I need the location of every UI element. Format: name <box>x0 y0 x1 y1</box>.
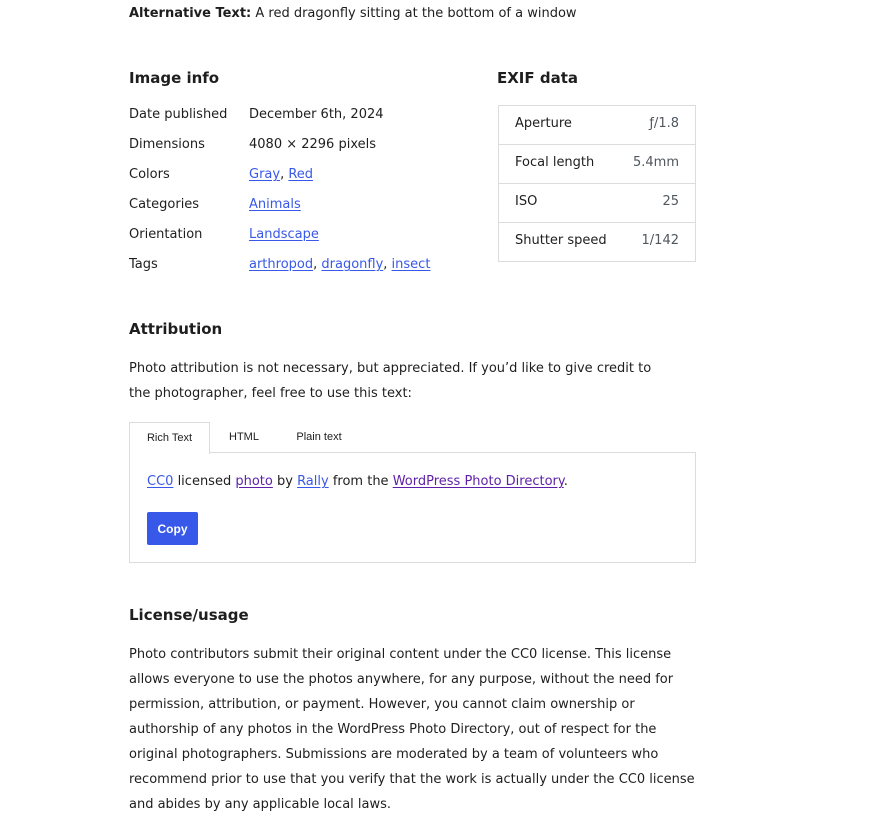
photo-link[interactable]: photo <box>235 474 273 489</box>
separator: , <box>383 257 392 272</box>
tag-link-insect[interactable]: insect <box>392 257 431 272</box>
exif-row-shutter-speed: Shutter speed 1/142 <box>499 222 695 261</box>
orientation-label: Orientation <box>129 227 203 242</box>
date-published-value: December 6th, 2024 <box>249 107 384 122</box>
exif-row-iso: ISO 25 <box>499 183 695 222</box>
category-link-animals[interactable]: Animals <box>249 197 301 212</box>
color-link-red[interactable]: Red <box>288 167 313 182</box>
exif-value: 1/142 <box>641 233 679 248</box>
tags-value: arthropod, dragonfly, insect <box>249 255 430 275</box>
credit-text-part: by <box>272 474 298 489</box>
image-info-heading: Image info <box>129 69 220 87</box>
exif-heading: EXIF data <box>497 69 579 87</box>
credit-text-part: licensed <box>173 474 236 489</box>
author-link[interactable]: Rally <box>297 474 329 489</box>
credit-text-part: from the <box>328 474 393 489</box>
exif-label: Focal length <box>515 155 595 170</box>
license-heading: License/usage <box>129 606 249 624</box>
colors-value: Gray, Red <box>249 165 313 185</box>
dimensions-label: Dimensions <box>129 137 205 152</box>
license-text: Photo contributors submit their original… <box>129 647 695 812</box>
tag-link-arthropod[interactable]: arthropod <box>249 257 313 272</box>
exif-row-focal-length: Focal length 5.4mm <box>499 144 695 183</box>
dimensions-value: 4080 × 2296 pixels <box>249 137 376 152</box>
copy-button[interactable]: Copy <box>147 512 198 545</box>
orientation-value: Landscape <box>249 225 319 245</box>
tab-plain-text[interactable]: Plain text <box>279 422 359 453</box>
orientation-link-landscape[interactable]: Landscape <box>249 227 319 242</box>
colors-label: Colors <box>129 167 170 182</box>
exif-label: ISO <box>515 194 538 209</box>
exif-label: Shutter speed <box>515 233 607 248</box>
tags-label: Tags <box>129 257 158 272</box>
tab-html[interactable]: HTML <box>209 422 279 453</box>
alt-text: Alternative Text: A red dragonfly sittin… <box>129 5 577 23</box>
exif-value: ƒ/1.8 <box>649 116 679 131</box>
exif-label: Aperture <box>515 116 572 131</box>
photo-directory-link[interactable]: WordPress Photo Directory <box>393 474 564 489</box>
date-published-label: Date published <box>129 107 228 122</box>
exif-row-aperture: Aperture ƒ/1.8 <box>499 106 695 144</box>
credit-text-part: . <box>563 474 568 489</box>
cc0-link[interactable]: CC0 <box>147 474 173 489</box>
credit-text: CC0 licensed photo by Rally from the Wor… <box>147 473 568 491</box>
attribution-description: Photo attribution is not necessary, but … <box>129 361 652 401</box>
categories-value: Animals <box>249 195 301 215</box>
exif-value: 5.4mm <box>632 155 679 170</box>
alt-text-label: Alternative Text: <box>129 6 252 21</box>
color-link-gray[interactable]: Gray <box>249 167 280 182</box>
attribution-heading: Attribution <box>129 320 223 338</box>
exif-table: Aperture ƒ/1.8 Focal length 5.4mm ISO 25… <box>498 105 696 262</box>
tag-link-dragonfly[interactable]: dragonfly <box>321 257 383 272</box>
tab-rich-text[interactable]: Rich Text <box>129 422 210 454</box>
alt-text-value: A red dragonfly sitting at the bottom of… <box>251 6 577 21</box>
attribution-tab-panel: CC0 licensed photo by Rally from the Wor… <box>129 452 696 563</box>
categories-label: Categories <box>129 197 200 212</box>
exif-value: 25 <box>662 194 679 209</box>
